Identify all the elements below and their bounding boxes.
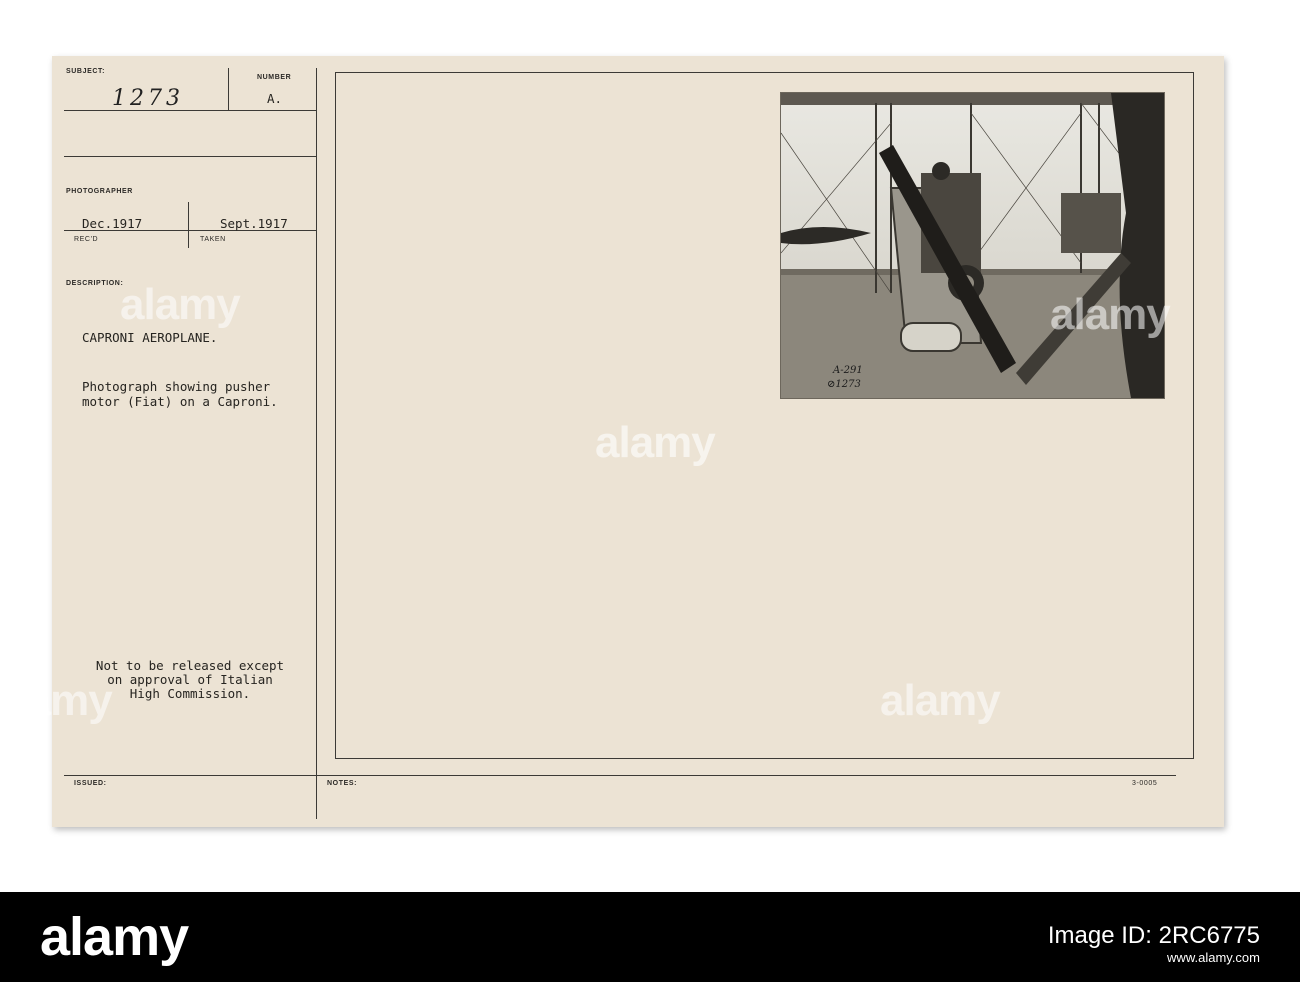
issued-label: ISSUED: bbox=[74, 780, 107, 787]
image-id: Image ID: 2RC6775 bbox=[1047, 922, 1260, 949]
left-column-divider bbox=[316, 68, 317, 819]
description-title: CAPRONI AEROPLANE. bbox=[82, 330, 218, 345]
watermark: alamy bbox=[595, 418, 716, 467]
photo-marking: ⊘1273 bbox=[827, 379, 861, 390]
header-rule bbox=[64, 156, 316, 157]
site-url[interactable]: www.alamy.com bbox=[1167, 950, 1260, 965]
subject-rule bbox=[64, 110, 316, 111]
taken-label: TAKEN bbox=[200, 236, 226, 243]
notes-label: NOTES: bbox=[327, 780, 358, 787]
subject-number: 1273 bbox=[112, 86, 184, 111]
photographer-label: PHOTOGRAPHER bbox=[66, 188, 133, 195]
taken-date: Sept.1917 bbox=[220, 216, 288, 231]
subject-number-divider bbox=[228, 68, 229, 110]
number-label: NUMBER bbox=[257, 74, 292, 81]
restriction-line: Not to be released except bbox=[95, 658, 285, 673]
bottom-rule bbox=[64, 775, 1176, 776]
alamy-logo[interactable]: alamy bbox=[40, 906, 189, 968]
aircraft-photo-illustration bbox=[781, 93, 1164, 398]
description-line: Photograph showing pusher bbox=[82, 379, 271, 394]
watermark: alamy bbox=[0, 676, 113, 725]
photo-marking: A-291 bbox=[833, 365, 863, 376]
watermark: alamy bbox=[1050, 290, 1171, 339]
received-label: REC'D bbox=[74, 236, 99, 243]
description-label: DESCRIPTION: bbox=[66, 280, 124, 287]
dates-divider bbox=[188, 202, 189, 248]
watermark: alamy bbox=[880, 676, 1001, 725]
description-line: motor (Fiat) on a Caproni. bbox=[82, 394, 278, 409]
received-date: Dec.1917 bbox=[82, 216, 143, 231]
number-value: A. bbox=[267, 91, 283, 106]
footer-bar: alamy Image ID: 2RC6775 www.alamy.com bbox=[0, 892, 1300, 982]
caproni-photograph: A-291 ⊘1273 bbox=[780, 92, 1165, 399]
form-code: 3-0005 bbox=[1132, 780, 1158, 787]
watermark: alamy bbox=[120, 280, 241, 329]
subject-label: SUBJECT: bbox=[66, 68, 106, 75]
